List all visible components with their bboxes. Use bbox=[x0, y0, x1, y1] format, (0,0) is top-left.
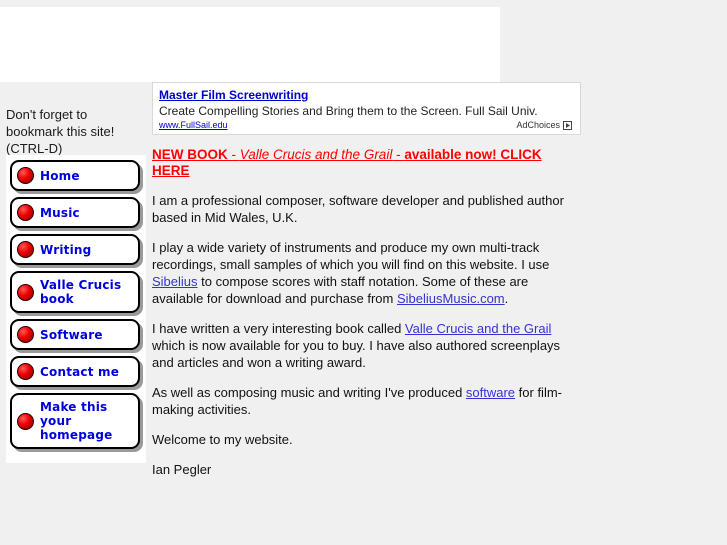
adchoices-triangle-icon bbox=[563, 120, 572, 130]
sidebar-item-label: Software bbox=[40, 327, 103, 342]
new-book-dash-2: - bbox=[392, 147, 405, 162]
software-link[interactable]: software bbox=[466, 385, 515, 400]
sponsored-ad-block[interactable]: Master Film Screenwriting Create Compell… bbox=[152, 82, 581, 135]
book-paragraph-text-1: I have written a very interesting book c… bbox=[152, 321, 405, 336]
book-paragraph-text-2: which is now available for you to buy. I… bbox=[152, 338, 561, 370]
red-bullet-icon bbox=[17, 167, 34, 184]
book-paragraph: I have written a very interesting book c… bbox=[152, 320, 576, 371]
sidebar-item-music[interactable]: Music bbox=[10, 197, 140, 228]
new-book-dash-1: - bbox=[231, 147, 240, 162]
sidebar-item-label: Writing bbox=[40, 242, 92, 257]
sidebar-item-home[interactable]: Home bbox=[10, 160, 140, 191]
bookmark-reminder-note: Don't forget to bookmark this site! (CTR… bbox=[0, 82, 152, 163]
sidebar-item-label: Contact me bbox=[40, 364, 120, 379]
sidebar-item-label: Home bbox=[40, 168, 80, 183]
sidebar-item-valle-crucis-book[interactable]: Valle Crucis book bbox=[10, 271, 140, 313]
sidebar-item-contact-me[interactable]: Contact me bbox=[10, 356, 140, 387]
red-bullet-icon bbox=[17, 326, 34, 343]
sidebar: Don't forget to bookmark this site! (CTR… bbox=[0, 82, 152, 463]
sidebar-item-make-this-your-homepage[interactable]: Make this your homepage bbox=[10, 393, 140, 449]
music-paragraph-text-1: I play a wide variety of instruments and… bbox=[152, 240, 550, 272]
top-advertisement-banner[interactable] bbox=[0, 7, 500, 82]
sidebar-item-label: Make this your homepage bbox=[40, 400, 113, 442]
red-bullet-icon bbox=[17, 412, 34, 430]
music-paragraph: I play a wide variety of instruments and… bbox=[152, 239, 576, 307]
ad-title-link[interactable]: Master Film Screenwriting bbox=[159, 88, 308, 103]
sidebar-item-label: Music bbox=[40, 205, 80, 220]
intro-paragraph: I am a professional composer, software d… bbox=[152, 193, 564, 225]
bookmark-note-line-2: bookmark this site! bbox=[6, 124, 115, 139]
sidebar-item-software[interactable]: Software bbox=[10, 319, 140, 350]
music-paragraph-text-3: . bbox=[504, 291, 509, 306]
new-book-title: Valle Crucis and the Grail bbox=[239, 147, 393, 162]
red-bullet-icon bbox=[17, 283, 34, 301]
ad-footer-row: www.FullSail.edu AdChoices bbox=[159, 119, 574, 131]
software-paragraph-text-1: As well as composing music and writing I… bbox=[152, 385, 466, 400]
author-signature: Ian Pegler bbox=[152, 462, 212, 477]
welcome-paragraph: Welcome to my website. bbox=[152, 432, 293, 447]
valle-crucis-book-link[interactable]: Valle Crucis and the Grail bbox=[405, 321, 551, 336]
sidebar-item-writing[interactable]: Writing bbox=[10, 234, 140, 265]
red-bullet-icon bbox=[17, 363, 34, 380]
sibeliusmusic-link[interactable]: SibeliusMusic.com bbox=[397, 291, 505, 306]
ad-description: Create Compelling Stories and Bring them… bbox=[159, 104, 538, 118]
sibelius-link[interactable]: Sibelius bbox=[152, 274, 198, 289]
main-content: Master Film Screenwriting Create Compell… bbox=[152, 82, 727, 478]
software-paragraph: As well as composing music and writing I… bbox=[152, 384, 576, 418]
adchoices-label: AdChoices bbox=[516, 120, 560, 130]
page-content-wrapper: Don't forget to bookmark this site! (CTR… bbox=[0, 82, 727, 545]
ad-display-url[interactable]: www.FullSail.edu bbox=[159, 119, 228, 131]
adchoices-button[interactable]: AdChoices bbox=[516, 119, 574, 131]
new-book-prefix: NEW BOOK bbox=[152, 147, 232, 162]
bookmark-note-line-1: Don't forget to bbox=[6, 107, 88, 122]
sidebar-item-label: Valle Crucis book bbox=[40, 278, 122, 306]
new-book-announcement-link[interactable]: NEW BOOK - Valle Crucis and the Grail - … bbox=[152, 147, 582, 179]
red-bullet-icon bbox=[17, 204, 34, 221]
red-bullet-icon bbox=[17, 241, 34, 258]
navigation-panel: Home Music Writing Valle Crucis book Sof… bbox=[6, 155, 146, 463]
